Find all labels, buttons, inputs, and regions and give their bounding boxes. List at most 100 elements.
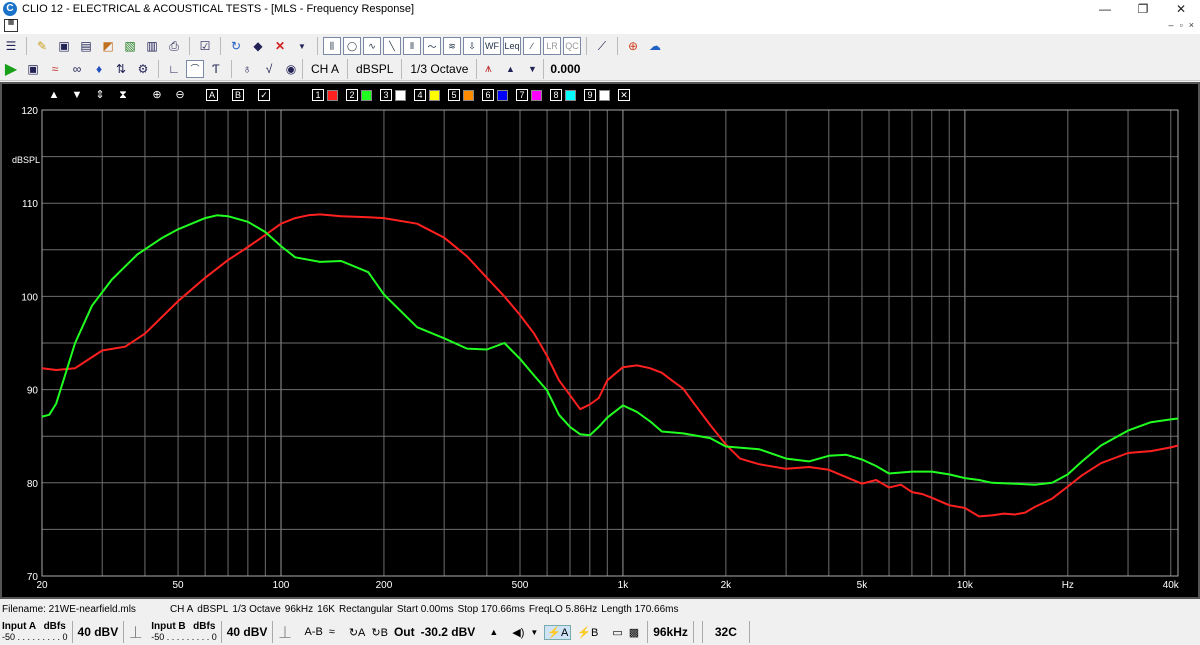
close-button[interactable]: ✕ bbox=[1162, 0, 1200, 18]
restore-button[interactable]: ❐ bbox=[1124, 0, 1162, 18]
a-minus-b-button[interactable]: A-B bbox=[304, 626, 322, 638]
x-axis-labels: 20 50 100 200 500 1k 2k 5k 10k 40k Hz bbox=[36, 580, 1179, 591]
filter-icon[interactable]: √ bbox=[259, 59, 279, 79]
delete-icon[interactable]: ✕ bbox=[270, 36, 290, 56]
smooth-icon[interactable]: ⌒ bbox=[186, 59, 204, 78]
title-bar: C CLIO 12 - ELECTRICAL & ACOUSTICAL TEST… bbox=[0, 0, 1200, 18]
input-b-polarity-icon[interactable]: ⏊ bbox=[279, 624, 290, 640]
down-arrow-icon[interactable]: ▼ bbox=[522, 59, 542, 79]
open-file-icon[interactable]: ✎ bbox=[32, 36, 52, 56]
value-field[interactable]: 0.000 bbox=[543, 58, 586, 79]
info-freqlo: FreqLO 5.86Hz bbox=[528, 603, 598, 615]
y-tick-label: 80 bbox=[27, 479, 39, 490]
phantom-b-icon[interactable]: ⚡B bbox=[577, 626, 598, 639]
frequency-response-chart[interactable]: 708090100110120 20 50 100 200 500 1k 2k 5k 10k 40… bbox=[2, 84, 1198, 597]
dropdown-icon[interactable]: ▼ bbox=[292, 36, 312, 56]
series-line-2 bbox=[41, 214, 1179, 486]
window-title: CLIO 12 - ELECTRICAL & ACOUSTICAL TESTS … bbox=[22, 3, 415, 15]
split-icon[interactable]: ⇅ bbox=[111, 59, 131, 79]
settings-icon[interactable]: ⚙ bbox=[133, 59, 153, 79]
eraser-icon[interactable]: ◆ bbox=[248, 36, 268, 56]
loop-icon[interactable]: ∞ bbox=[67, 59, 87, 79]
speaker-icon[interactable]: ◉ bbox=[281, 59, 301, 79]
loop-b-icon[interactable]: ↻B bbox=[371, 626, 388, 639]
document-icon[interactable]: ▦ bbox=[4, 19, 18, 32]
slope-icon[interactable]: ∕ bbox=[523, 37, 541, 55]
info-length: Length 170.66ms bbox=[601, 603, 679, 615]
input-b-scale-label: dBfs bbox=[193, 621, 216, 632]
menu-icon[interactable]: ☰ bbox=[1, 36, 21, 56]
loop-a-icon[interactable]: ↻A bbox=[349, 626, 366, 639]
input-a-range[interactable]: 40 dBV bbox=[71, 621, 125, 643]
ruler-icon[interactable]: ⟋ bbox=[592, 36, 612, 56]
input-a-scale-label: dBfs bbox=[43, 621, 66, 632]
print-icon[interactable]: ⎙ bbox=[164, 36, 184, 56]
units-select[interactable]: dBSPL bbox=[348, 58, 403, 79]
mdi-close-button[interactable]: × bbox=[1189, 20, 1194, 30]
y-tick-label: 120 bbox=[21, 106, 38, 117]
refresh-icon[interactable]: ↻ bbox=[226, 36, 246, 56]
y-tick-label: 110 bbox=[22, 199, 38, 210]
minimize-button[interactable]: — bbox=[1086, 0, 1124, 18]
qc-icon[interactable]: QC bbox=[563, 37, 581, 55]
plot-panel: ▲ ▼ ⇕ ⧗ ⊕ ⊖ A B ✓ 123456789 ✕ 70 80 90 100 1… bbox=[0, 82, 1200, 599]
image-icon[interactable]: ▧ bbox=[120, 36, 140, 56]
x-tick-label: 500 bbox=[512, 580, 529, 591]
save-as-icon[interactable]: ▤ bbox=[76, 36, 96, 56]
volume-dropdown-icon[interactable]: ▼ bbox=[530, 628, 538, 637]
input-b-meter: Input B dBfs -50 . . . . . . . . . 0 bbox=[151, 621, 217, 643]
phase-icon[interactable]: Ƭ bbox=[206, 59, 226, 79]
lr-icon[interactable]: LR bbox=[543, 37, 561, 55]
toolbar-separator bbox=[220, 37, 221, 55]
sinusoidal-icon[interactable]: ∿ bbox=[363, 37, 381, 55]
x-tick-label: 20 bbox=[36, 580, 48, 591]
channel-select[interactable]: CH A bbox=[302, 58, 349, 79]
checklist-icon[interactable]: ☑ bbox=[195, 36, 215, 56]
export-icon[interactable]: ◩ bbox=[98, 36, 118, 56]
output-level[interactable]: -30.2 dBV bbox=[421, 625, 476, 639]
wf-icon[interactable]: WF bbox=[483, 37, 501, 55]
mdi-minimize-button[interactable]: – bbox=[1169, 20, 1174, 30]
up-arrow-icon[interactable]: ▲ bbox=[500, 59, 520, 79]
marker-icon[interactable]: ⩚ bbox=[478, 59, 498, 79]
play-icon[interactable]: ▶ bbox=[1, 59, 21, 79]
input-b-range[interactable]: 40 dBV bbox=[220, 621, 274, 643]
lock-icon[interactable]: ▩ bbox=[629, 626, 639, 639]
input-a-polarity-icon[interactable]: ⏊ bbox=[130, 624, 141, 640]
axis-icon[interactable]: ∟ bbox=[164, 59, 184, 79]
mls-icon[interactable]: ◯ bbox=[343, 37, 361, 55]
probe-icon[interactable]: ♁ bbox=[237, 59, 257, 79]
level-up-icon[interactable]: ▲ bbox=[489, 627, 498, 637]
toolbar-separator bbox=[586, 37, 587, 55]
save-measure-icon[interactable]: ▣ bbox=[23, 59, 43, 79]
toolbar-separator bbox=[189, 37, 190, 55]
cloud-icon[interactable]: ☁ bbox=[645, 36, 665, 56]
device-icon[interactable]: ▭ bbox=[612, 626, 622, 639]
y-tick-label: 90 bbox=[27, 386, 39, 397]
spectrum-icon[interactable]: ⫴ bbox=[403, 37, 421, 55]
leq-icon[interactable]: Leq bbox=[503, 37, 521, 55]
mdi-restore-button[interactable]: ▫ bbox=[1180, 20, 1183, 30]
waterfall-icon[interactable]: ≋ bbox=[443, 37, 461, 55]
output-label: Out bbox=[393, 625, 415, 639]
fft-icon[interactable]: ⫼ bbox=[323, 37, 341, 55]
clipboard-icon[interactable]: ▥ bbox=[142, 36, 162, 56]
help-icon[interactable]: ⊕ bbox=[623, 36, 643, 56]
save-icon[interactable]: ▣ bbox=[54, 36, 74, 56]
sweep-icon[interactable]: ╲ bbox=[383, 37, 401, 55]
info-window: Rectangular bbox=[338, 603, 393, 615]
auto-range-icon[interactable]: ≈ bbox=[329, 626, 335, 638]
generator-icon[interactable]: ≈ bbox=[45, 59, 65, 79]
info-bar: Filename: 21WE-nearfield.mls CH A dBSPL … bbox=[0, 601, 1200, 617]
input-a-scale: -50 . . . . . . . . . 0 bbox=[2, 632, 68, 642]
phantom-a-icon[interactable]: ⚡A bbox=[544, 624, 572, 640]
x-tick-label: 200 bbox=[376, 580, 393, 591]
download-icon[interactable]: ⇩ bbox=[463, 37, 481, 55]
microphone-icon[interactable]: ♦ bbox=[89, 59, 109, 79]
grid bbox=[41, 109, 1179, 577]
info-size: 16K bbox=[317, 603, 335, 615]
sample-rate[interactable]: 96kHz bbox=[647, 621, 694, 643]
smoothing-select[interactable]: 1/3 Octave bbox=[402, 58, 478, 79]
volume-icon[interactable]: ◀) bbox=[512, 626, 524, 639]
wave-icon[interactable]: 〜 bbox=[423, 37, 441, 55]
